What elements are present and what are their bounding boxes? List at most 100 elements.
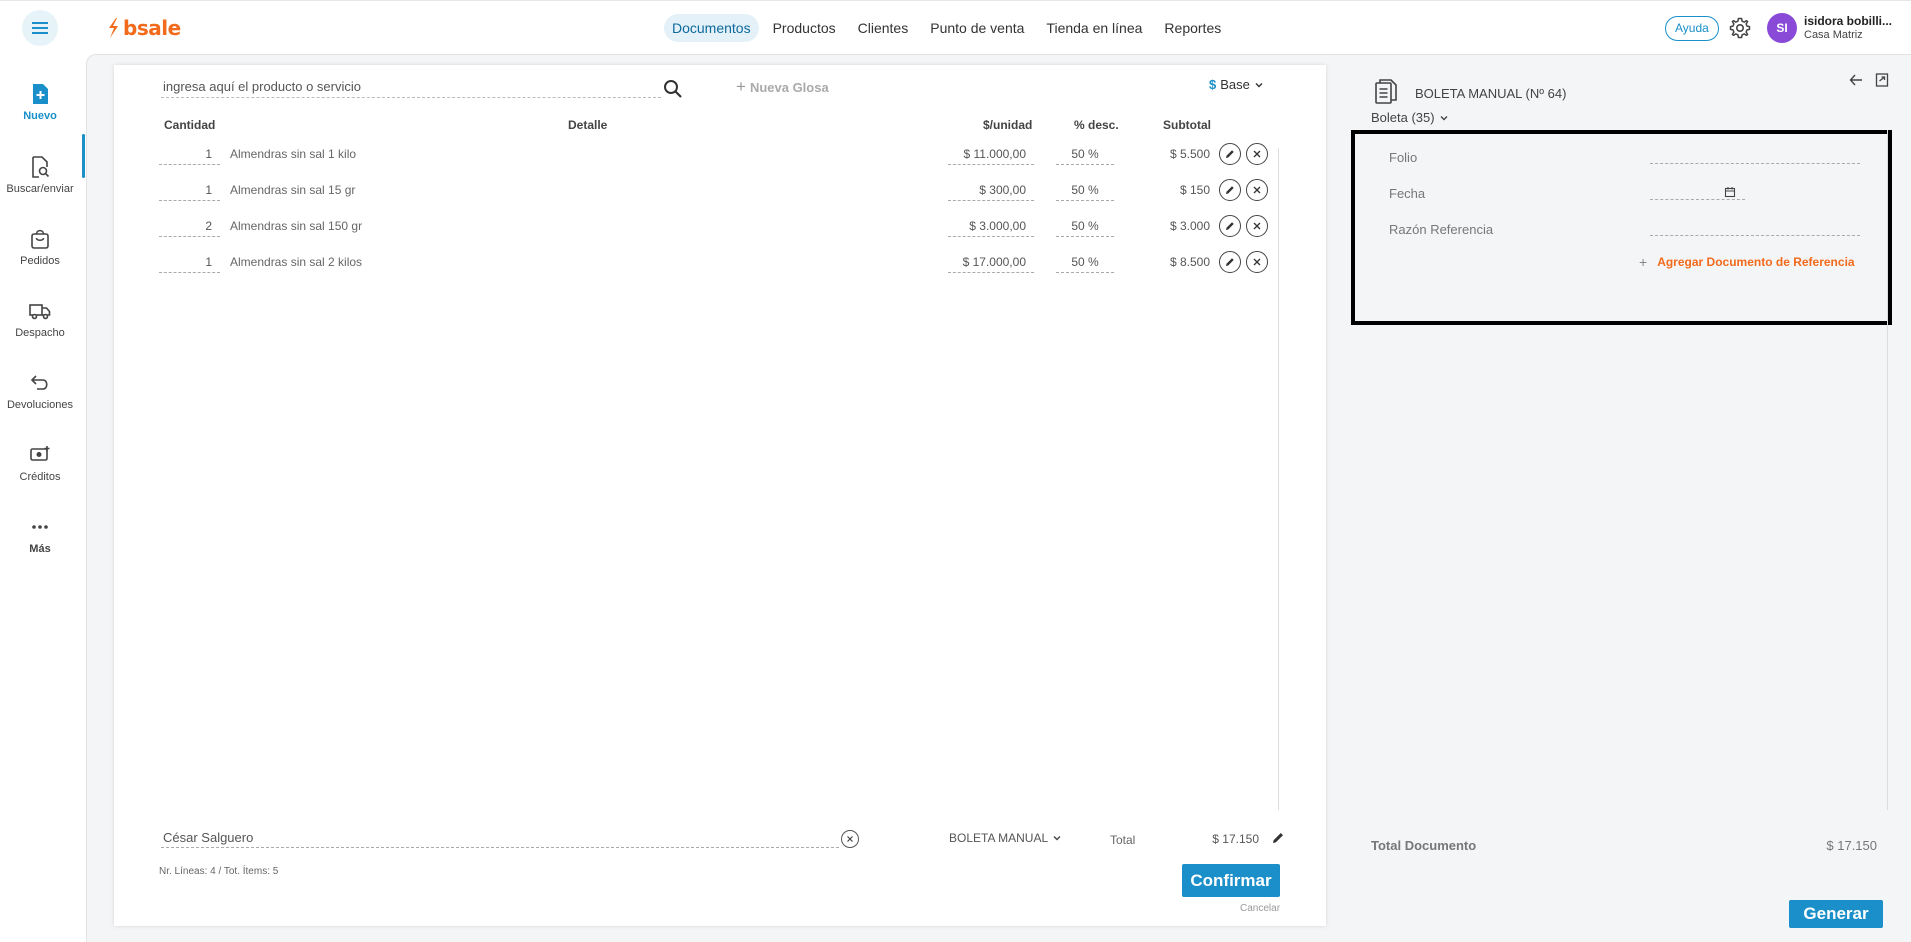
dollar-icon: $ <box>1209 77 1217 92</box>
money-add-icon <box>30 446 50 461</box>
sidebar-item-nuevo[interactable]: Nuevo <box>0 82 80 122</box>
document-title: BOLETA MANUAL (Nº 64) <box>1415 86 1567 101</box>
nav-productos[interactable]: Productos <box>765 14 844 42</box>
total-document-value: $ 17.150 <box>1826 838 1877 853</box>
truck-icon <box>29 304 51 320</box>
pencil-icon <box>1226 258 1234 266</box>
document-type-value: BOLETA MANUAL <box>949 831 1049 845</box>
sidebar-item-label: Más <box>29 543 51 555</box>
avatar[interactable]: SI <box>1767 13 1797 43</box>
pencil-icon[interactable] <box>1270 830 1286 846</box>
pencil-icon <box>1226 186 1234 194</box>
chevron-down-icon <box>1053 836 1061 841</box>
nav-tienda-en-linea[interactable]: Tienda en línea <box>1038 14 1150 42</box>
nav-clientes[interactable]: Clientes <box>850 14 917 42</box>
user-name[interactable]: isidora bobilli... <box>1804 14 1892 28</box>
table-row: 1 Almendras sin sal 1 kilo $ 11.000,00 5… <box>0 143 1300 175</box>
sidebar-item-despacho[interactable]: Despacho <box>0 299 80 339</box>
unit-price-input[interactable]: $ 3.000,00 <box>948 217 1034 237</box>
right-panel-scrollbar[interactable] <box>1887 130 1888 810</box>
product-search-input[interactable] <box>161 76 661 98</box>
unit-price-input[interactable]: $ 17.000,00 <box>948 253 1034 273</box>
menu-toggle-button[interactable] <box>22 10 58 46</box>
nav-punto-de-venta[interactable]: Punto de venta <box>922 14 1032 42</box>
qty-input[interactable]: 1 <box>159 145 220 165</box>
edit-row-button[interactable] <box>1219 179 1241 201</box>
total-value: $ 17.150 <box>1212 832 1259 846</box>
folio-input[interactable] <box>1650 146 1860 164</box>
close-icon <box>1253 222 1261 230</box>
pencil-icon <box>1226 222 1234 230</box>
total-label: Total <box>1110 833 1136 847</box>
hamburger-icon <box>32 22 48 34</box>
edit-row-button[interactable] <box>1219 143 1241 165</box>
column-header-qty: Cantidad <box>164 118 216 132</box>
boleta-series-select[interactable]: Boleta (35) <box>1371 110 1449 125</box>
discount-input[interactable]: 50 % <box>1056 217 1114 237</box>
item-detail: Almendras sin sal 2 kilos <box>230 255 363 269</box>
item-detail: Almendras sin sal 150 gr <box>230 219 363 233</box>
add-reference-label: Agregar Documento de Referencia <box>1657 255 1855 269</box>
row-subtotal: $ 5.500 <box>1169 147 1210 161</box>
unit-price-input[interactable]: $ 300,00 <box>948 181 1034 201</box>
top-bar: bsale Documentos Productos Clientes Punt… <box>0 0 1911 54</box>
plus-icon: + <box>736 77 746 96</box>
cancel-link[interactable]: Cancelar <box>1240 903 1280 914</box>
table-scrollbar[interactable] <box>1278 148 1279 810</box>
qty-input[interactable]: 1 <box>159 253 220 273</box>
export-document-icon[interactable] <box>1875 72 1889 88</box>
unit-price-input[interactable]: $ 11.000,00 <box>948 145 1034 165</box>
chevron-down-icon <box>1440 115 1448 120</box>
boleta-series-value: Boleta (35) <box>1371 110 1435 125</box>
folio-label: Folio <box>1389 150 1418 165</box>
price-list-value: Base <box>1220 77 1250 92</box>
confirm-button[interactable]: Confirmar <box>1182 864 1280 897</box>
discount-input[interactable]: 50 % <box>1056 253 1114 273</box>
close-icon <box>847 836 853 842</box>
delete-row-button[interactable] <box>1246 215 1268 237</box>
razon-referencia-input[interactable] <box>1650 218 1860 236</box>
gear-icon[interactable] <box>1728 16 1752 40</box>
client-input[interactable] <box>161 828 839 848</box>
lines-info: Nr. Líneas: 4 / Tot. Ítems: 5 <box>159 866 279 877</box>
bsale-logo[interactable]: bsale <box>106 15 181 41</box>
price-list-select[interactable]: $ Base <box>1209 77 1264 92</box>
calendar-icon[interactable] <box>1724 186 1736 198</box>
delete-row-button[interactable] <box>1246 143 1268 165</box>
nav-reportes[interactable]: Reportes <box>1156 14 1229 42</box>
row-subtotal: $ 150 <box>1179 183 1210 197</box>
generate-button[interactable]: Generar <box>1789 900 1883 928</box>
close-icon <box>1253 150 1261 158</box>
close-icon <box>1253 186 1261 194</box>
sidebar-item-devoluciones[interactable]: Devoluciones <box>0 371 80 411</box>
clear-client-button[interactable] <box>841 830 859 848</box>
main-nav: Documentos Productos Clientes Punto de v… <box>664 14 1229 42</box>
discount-input[interactable]: 50 % <box>1056 181 1114 201</box>
edit-row-button[interactable] <box>1219 251 1241 273</box>
edit-row-button[interactable] <box>1219 215 1241 237</box>
sidebar-item-mas[interactable]: Más <box>0 515 80 555</box>
new-document-icon <box>33 84 48 104</box>
qty-input[interactable]: 1 <box>159 181 220 201</box>
delete-row-button[interactable] <box>1246 179 1268 201</box>
table-row: 2 Almendras sin sal 150 gr $ 3.000,00 50… <box>0 215 1300 247</box>
sidebar-item-creditos[interactable]: Créditos <box>0 443 80 483</box>
add-reference-button[interactable]: + Agregar Documento de Referencia <box>1639 254 1855 270</box>
qty-input[interactable]: 2 <box>159 217 220 237</box>
razon-referencia-label: Razón Referencia <box>1389 222 1494 237</box>
return-arrow-icon <box>30 375 48 390</box>
column-header-detail: Detalle <box>568 118 608 132</box>
search-icon[interactable] <box>662 78 684 100</box>
nueva-glosa-button[interactable]: + Nueva Glosa <box>736 77 829 97</box>
sidebar-item-label: Despacho <box>15 327 65 339</box>
nav-documentos[interactable]: Documentos <box>664 14 759 42</box>
arrow-left-icon[interactable] <box>1848 72 1864 88</box>
discount-input[interactable]: 50 % <box>1056 145 1114 165</box>
help-button[interactable]: Ayuda <box>1665 16 1719 41</box>
fecha-label: Fecha <box>1389 186 1426 201</box>
column-header-discount: % desc. <box>1074 118 1119 132</box>
chevron-down-icon <box>1255 82 1263 87</box>
document-type-select[interactable]: BOLETA MANUAL <box>949 831 1062 845</box>
delete-row-button[interactable] <box>1246 251 1268 273</box>
column-header-subtotal: Subtotal <box>1163 118 1211 132</box>
